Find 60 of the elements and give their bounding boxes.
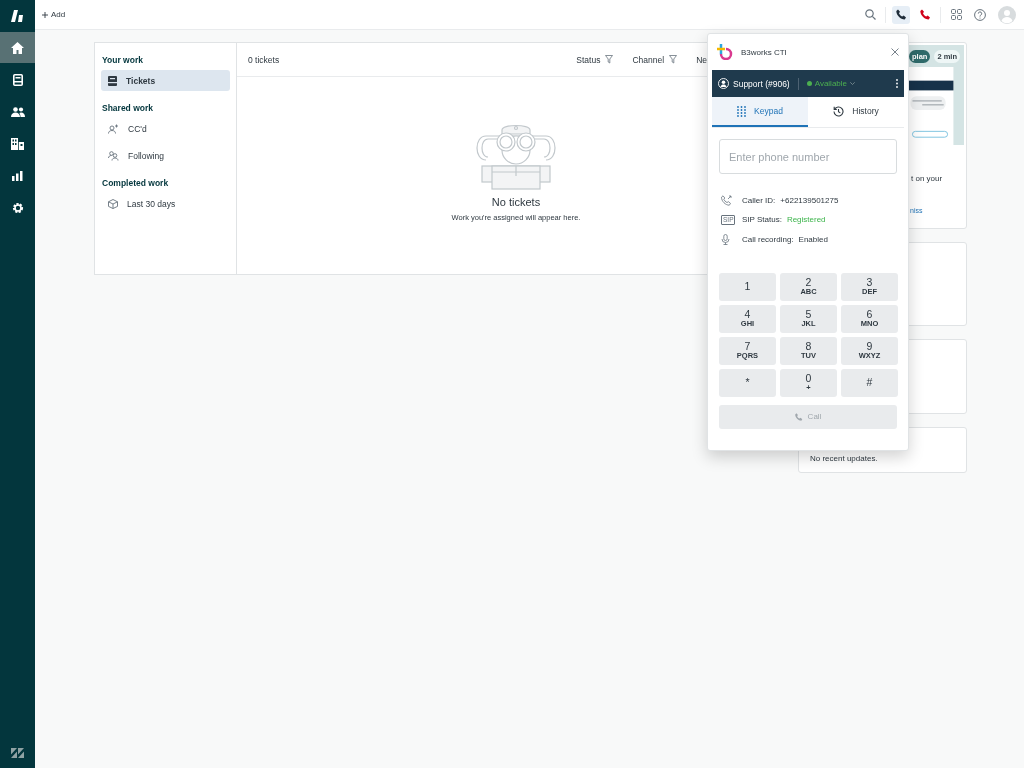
building-icon	[11, 137, 24, 150]
status-dropdown[interactable]: Available	[806, 79, 856, 88]
info-value: Enabled	[798, 234, 828, 244]
section-title: Your work	[102, 55, 144, 65]
phone-icon	[895, 9, 907, 20]
keypad-key[interactable]: 1	[719, 272, 776, 301]
sidebar-item[interactable]: CC'd	[101, 118, 230, 139]
home-icon	[11, 41, 24, 54]
info-label: Call recording:	[742, 234, 794, 244]
logo-icon	[717, 44, 733, 60]
help-icon	[974, 8, 986, 21]
info-label: Caller ID:	[742, 195, 776, 205]
close-button[interactable]	[891, 48, 899, 56]
tab[interactable]: Keypad	[712, 97, 808, 127]
phone-icon	[721, 194, 732, 206]
z-logo-icon	[11, 748, 24, 758]
phone-icon	[794, 412, 803, 421]
info-label: SIP Status:	[742, 215, 782, 225]
user-icon	[718, 78, 729, 89]
sidebar-item[interactable]: Last 30 days	[101, 193, 230, 214]
users-icon	[10, 106, 25, 117]
avatar-icon	[998, 5, 1016, 24]
ticket-count: 0 tickets	[248, 54, 280, 65]
phone-number-field[interactable]: Enter phone number	[719, 139, 897, 174]
inbox-icon	[108, 75, 117, 86]
empty-title: No tickets	[491, 196, 541, 208]
microphone-icon	[721, 233, 730, 245]
tab[interactable]: History	[808, 97, 904, 127]
toolbar-button[interactable]	[892, 5, 910, 24]
bar-chart-icon	[12, 170, 23, 181]
info-value: +622139501275	[780, 195, 839, 205]
filter-button[interactable]: Channel	[632, 54, 678, 65]
keypad-icon	[737, 105, 747, 117]
keypad-key[interactable]: #	[841, 368, 898, 397]
inbox-icon	[12, 73, 23, 86]
user-plus-icon	[108, 123, 119, 134]
filter-button[interactable]: Ne	[696, 54, 707, 65]
add-button[interactable]: Add	[42, 10, 66, 19]
section-title: Completed work	[102, 178, 170, 188]
plus-icon	[42, 11, 48, 18]
section-title: Shared work	[102, 103, 155, 113]
updates-text: No recent updates.	[810, 454, 878, 463]
sidebar-item[interactable]: Tickets	[101, 70, 230, 91]
promo-text: t on your	[911, 174, 943, 183]
settings-icon	[11, 201, 24, 214]
phone-icon	[919, 9, 931, 20]
users-icon	[108, 150, 119, 161]
grid-icon	[950, 9, 962, 20]
keypad-key[interactable]: *	[719, 368, 776, 397]
info-value: Registered	[786, 215, 826, 225]
sidebar-item[interactable]: Following	[101, 145, 230, 166]
close-icon	[891, 48, 899, 56]
panel-title: B3works CTI	[741, 47, 787, 57]
caret-icon	[850, 82, 856, 85]
filter-button[interactable]: Status	[576, 54, 614, 65]
queue-name: Support (#906)	[733, 78, 790, 89]
logo-icon[interactable]	[11, 10, 24, 22]
history-icon	[833, 105, 845, 117]
search-icon	[864, 9, 876, 20]
cube-icon	[108, 198, 118, 209]
